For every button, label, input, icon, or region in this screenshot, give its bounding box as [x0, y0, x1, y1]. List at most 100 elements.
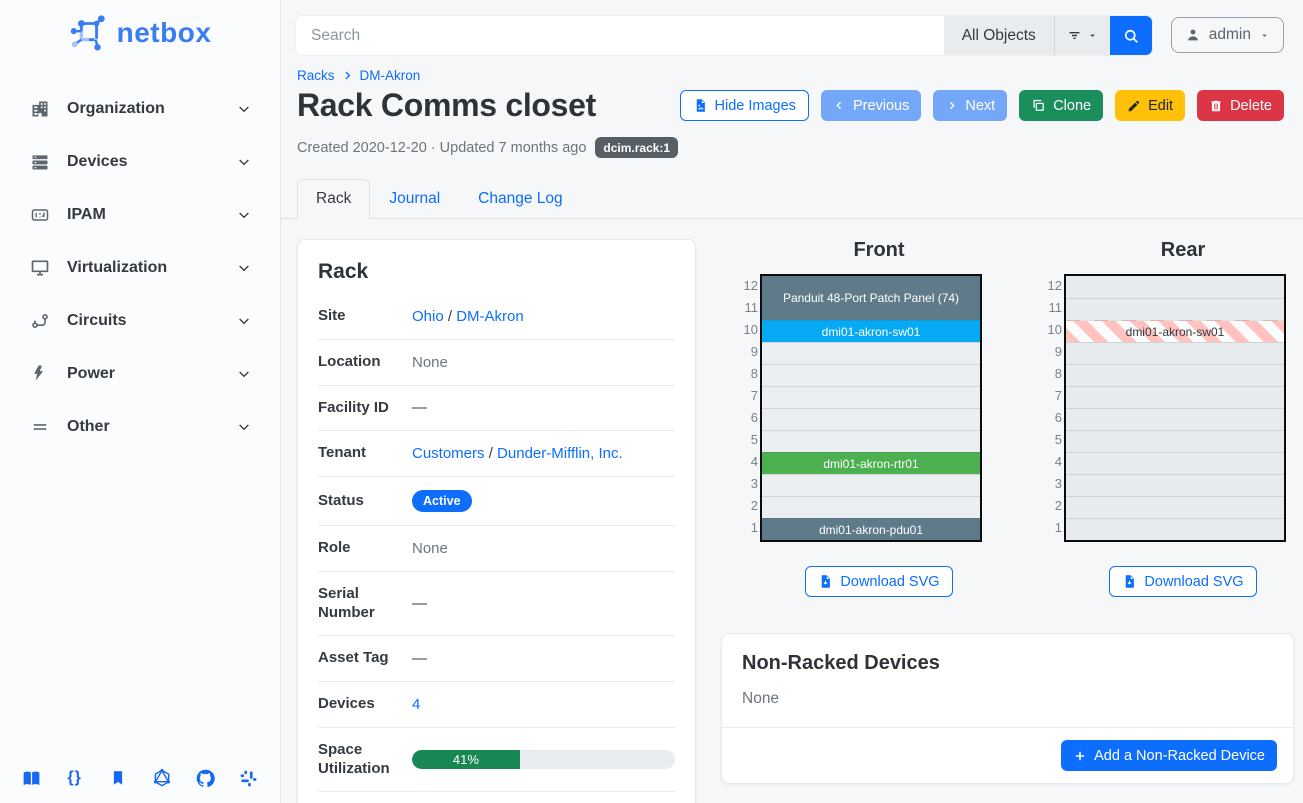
empty-unit-u5[interactable] — [762, 430, 980, 452]
bookmark-icon[interactable] — [107, 767, 129, 789]
unit-number: 7 — [736, 384, 760, 406]
search-input[interactable] — [296, 16, 944, 55]
global-search: All Objects — [296, 16, 1152, 55]
attr-label: Devices — [318, 695, 412, 714]
unit-number: 2 — [1040, 494, 1064, 516]
empty-unit-u2[interactable] — [762, 496, 980, 518]
unit-number: 6 — [736, 406, 760, 428]
rack-device-dmi01-akron-pdu01[interactable]: dmi01-akron-pdu01 — [762, 518, 980, 540]
top-navbar: All Objects admin — [281, 0, 1303, 55]
counter-icon — [30, 205, 50, 225]
delete-button[interactable]: Delete — [1197, 90, 1284, 121]
menu-icon — [30, 417, 50, 437]
link-dunder-mifflin-inc[interactable]: Dunder-Mifflin, Inc. — [497, 445, 623, 462]
attr-row-power-utilization: Power Utilization0% — [318, 792, 675, 803]
rear-unit-rail: 121110987654321 — [1040, 274, 1064, 542]
empty-unit-u4[interactable] — [1066, 452, 1284, 474]
add-non-racked-device-button[interactable]: Add a Non-Racked Device — [1061, 740, 1277, 771]
rack-elevations: Front 121110987654321 Panduit 48-Port Pa… — [721, 239, 1294, 597]
empty-unit-u9[interactable] — [1066, 342, 1284, 364]
breadcrumb-link-dm-akron[interactable]: DM-Akron — [360, 68, 421, 83]
empty-unit-u3[interactable] — [762, 474, 980, 496]
hide-images-button[interactable]: Hide Images — [680, 90, 809, 121]
attr-row-facility-id: Facility ID— — [318, 386, 675, 432]
sidebar-item-organization[interactable]: Organization — [0, 82, 280, 135]
front-unit-rail: 121110987654321 — [736, 274, 760, 542]
link-dm-akron[interactable]: DM-Akron — [456, 308, 524, 325]
clone-button[interactable]: Clone — [1019, 90, 1103, 121]
sidebar-item-label: Circuits — [67, 312, 219, 330]
unit-number: 1 — [1040, 516, 1064, 538]
attr-label: Space Utilization — [318, 741, 412, 779]
tab-change-log[interactable]: Change Log — [459, 179, 581, 219]
attr-label: Status — [318, 492, 412, 511]
object-id-badge: dcim.rack:1 — [595, 137, 678, 158]
link-devices-count[interactable]: 4 — [412, 696, 420, 713]
non-racked-devices-body: None — [722, 675, 1293, 727]
empty-unit-u11[interactable] — [1066, 298, 1284, 320]
rack-device-dmi01-akron-sw01[interactable]: dmi01-akron-sw01 — [762, 320, 980, 342]
empty-unit-u1[interactable] — [1066, 518, 1284, 540]
empty-unit-u8[interactable] — [762, 364, 980, 386]
graphql-icon[interactable] — [151, 767, 173, 789]
netbox-wordmark: netbox — [117, 17, 212, 49]
unit-number: 10 — [1040, 318, 1064, 340]
slack-icon[interactable] — [238, 767, 260, 789]
unit-number: 8 — [736, 362, 760, 384]
empty-unit-u12[interactable] — [1066, 276, 1284, 298]
empty-unit-u5[interactable] — [1066, 430, 1284, 452]
tab-journal[interactable]: Journal — [370, 179, 459, 219]
sidebar-item-circuits[interactable]: Circuits — [0, 294, 280, 347]
lightning-icon — [30, 364, 50, 384]
breadcrumb-link-racks[interactable]: Racks — [297, 68, 335, 83]
edit-button[interactable]: Edit — [1115, 90, 1185, 121]
chevron-down-icon — [236, 419, 252, 435]
sidebar-item-power[interactable]: Power — [0, 347, 280, 400]
front-elevation-title: Front — [768, 239, 990, 262]
search-scope-button[interactable]: All Objects — [944, 16, 1054, 55]
tab-rack[interactable]: Rack — [297, 179, 370, 219]
unit-number: 2 — [736, 494, 760, 516]
download-svg-front-button[interactable]: Download SVG — [805, 566, 952, 597]
netbox-logo-icon — [69, 14, 107, 52]
rack-device-dmi01-akron-rtr01[interactable]: dmi01-akron-rtr01 — [762, 452, 980, 474]
netbox-logo[interactable]: netbox — [0, 0, 280, 60]
server-icon — [30, 152, 50, 172]
rack-device-dmi01-akron-sw01[interactable]: dmi01-akron-sw01 — [1066, 320, 1284, 342]
breadcrumb: Racks DM-Akron — [281, 55, 1303, 83]
empty-unit-u9[interactable] — [762, 342, 980, 364]
sidebar-item-label: Devices — [67, 153, 219, 171]
object-actions: Hide Images Previous Next Clone — [680, 90, 1284, 121]
empty-unit-u6[interactable] — [762, 408, 980, 430]
search-submit-button[interactable] — [1110, 16, 1152, 55]
docs-book-icon[interactable] — [20, 767, 42, 789]
empty-unit-u3[interactable] — [1066, 474, 1284, 496]
empty-unit-u7[interactable] — [1066, 386, 1284, 408]
search-filter-dropdown[interactable] — [1054, 16, 1110, 55]
empty-unit-u8[interactable] — [1066, 364, 1284, 386]
transit-icon — [30, 311, 50, 331]
space-utilization-bar: 41% — [412, 750, 675, 769]
attr-value: — — [412, 650, 427, 667]
empty-unit-u2[interactable] — [1066, 496, 1284, 518]
chevron-down-icon — [236, 101, 252, 117]
code-braces-icon[interactable]: {} — [64, 767, 86, 789]
sidebar-item-devices[interactable]: Devices — [0, 135, 280, 188]
sidebar-item-other[interactable]: Other — [0, 400, 280, 453]
sidebar: netbox Organization Devices IPAMVirtualiza… — [0, 0, 281, 803]
next-button[interactable]: Next — [933, 90, 1007, 121]
empty-unit-u6[interactable] — [1066, 408, 1284, 430]
previous-button[interactable]: Previous — [821, 90, 921, 121]
sidebar-item-virtualization[interactable]: Virtualization — [0, 241, 280, 294]
rear-elevation-title: Rear — [1072, 239, 1294, 262]
empty-unit-u7[interactable] — [762, 386, 980, 408]
rack-device-panduit-48-port-patch-panel-74[interactable]: Panduit 48-Port Patch Panel (74) — [762, 276, 980, 320]
link-customers[interactable]: Customers — [412, 445, 485, 462]
sidebar-item-ipam[interactable]: IPAM — [0, 188, 280, 241]
github-icon[interactable] — [194, 767, 216, 789]
unit-number: 9 — [1040, 340, 1064, 362]
sidebar-item-label: Organization — [67, 100, 219, 118]
download-svg-rear-button[interactable]: Download SVG — [1109, 566, 1256, 597]
link-ohio[interactable]: Ohio — [412, 308, 444, 325]
user-menu-button[interactable]: admin — [1171, 17, 1284, 53]
